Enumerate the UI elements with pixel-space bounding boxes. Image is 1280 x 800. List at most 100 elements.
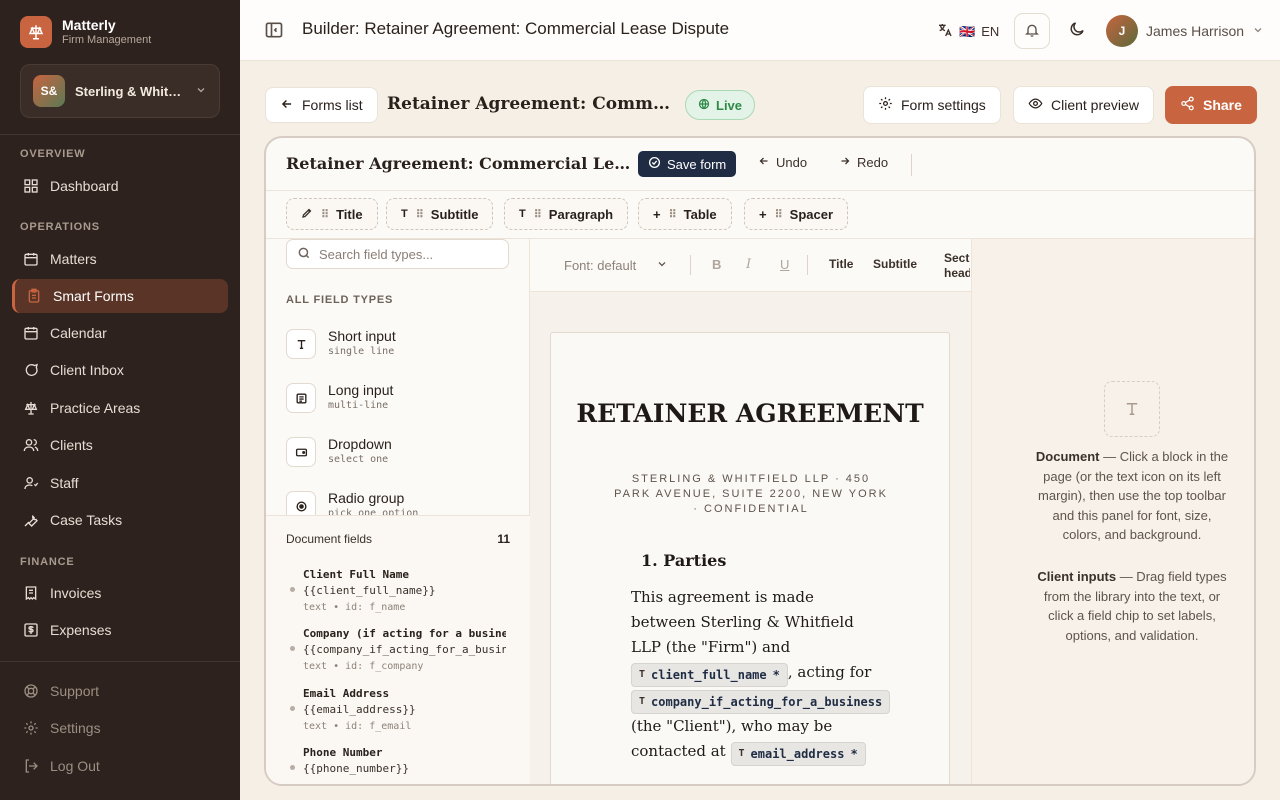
sidebar-item-calendar[interactable]: Calendar [12,316,228,350]
language-switcher[interactable]: 🇬🇧 EN [937,22,999,41]
sidebar-item-label: Client Inbox [50,362,124,378]
sidebar-item-support[interactable]: Support [12,674,228,708]
save-form-button[interactable]: Save form [638,151,737,177]
block-table[interactable]: + ⠿ Table [638,198,732,230]
sidebar-item-label: Settings [50,720,101,736]
topbar: Builder: Retainer Agreement: Commercial … [240,0,1280,61]
block-label: Paragraph [548,206,614,222]
sidebar-item-matters[interactable]: Matters [12,242,228,276]
user-name: James Harrison [1146,23,1245,39]
paragraph[interactable]: This agreement is made between Sterling … [631,585,891,766]
sidebar-item-practice-areas[interactable]: Practice Areas [12,391,228,425]
italic-button[interactable]: I [746,257,751,272]
search-input[interactable]: Search field types... [286,239,509,269]
form-name: Retainer Agreement: Commercial Lease Dis… [387,94,677,114]
document-field-item[interactable]: Email Address {{email_address}} text • i… [290,686,506,734]
sidebar-item-dashboard[interactable]: Dashboard [12,169,228,203]
section-finance: FINANCE [20,556,75,568]
search-icon [297,246,311,263]
drag-handle-icon[interactable]: ⠿ [775,208,783,221]
redo-button[interactable]: Redo [839,155,888,170]
block-subtitle[interactable]: T ⠿ Subtitle [386,198,494,230]
sidebar-item-label: Staff [50,475,79,491]
sidebar-item-case-tasks[interactable]: Case Tasks [12,503,228,537]
sidebar-item-clients[interactable]: Clients [12,428,228,462]
section-operations: OPERATIONS [20,221,100,233]
field-chip-company[interactable]: Tcompany_if_acting_for_a_business [631,690,891,714]
text-icon: T [639,669,646,680]
plus-icon: + [759,206,767,222]
field-key: {{email_address}} [303,703,416,716]
field-type-sub: multi-line [328,400,389,411]
sidebar-item-label: Calendar [50,325,107,341]
divider [911,154,912,176]
field-type-dropdown[interactable]: Dropdown select one [286,435,516,475]
title-style-button[interactable]: Title [829,257,853,271]
field-type-long-input[interactable]: Long input multi-line [286,381,516,421]
field-label: Email Address [303,687,390,700]
field-type-sub: single line [328,346,395,357]
required-mark: * [772,668,780,682]
sidebar-item-label: Log Out [50,758,100,774]
sidebar-item-log-out[interactable]: Log Out [12,749,228,783]
user-menu[interactable]: J James Harrison [1106,15,1264,47]
form-settings-button[interactable]: Form settings [863,86,1001,124]
sidebar-item-client-inbox[interactable]: Client Inbox [12,353,228,387]
document-page[interactable]: RETAINER AGREEMENT STERLING & WHITFIELD … [550,332,950,784]
field-type-short-input[interactable]: Short input single line [286,327,516,367]
format-toolbar: Font: default B I U Title Subtitle Secti… [530,239,971,292]
user-icon [22,474,40,492]
undo-button[interactable]: Undo [758,155,807,170]
required-mark: * [850,747,858,761]
block-title[interactable]: ⠿ Title [286,198,378,230]
document-field-item[interactable]: Client Full Name {{client_full_name}} te… [290,567,506,615]
arrow-left-icon [758,155,770,170]
chevron-down-icon [656,258,668,273]
client-preview-button[interactable]: Client preview [1013,86,1154,124]
clipboard-icon [25,287,43,305]
sidebar-item-expenses[interactable]: Expenses [12,613,228,647]
drag-handle-icon[interactable]: ⠿ [669,208,677,221]
sidebar-item-smart-forms[interactable]: Smart Forms [12,279,228,313]
block-label: Table [683,206,717,222]
field-chip-email[interactable]: Temail_address * [730,742,866,766]
document-field-item[interactable]: Phone Number {{phone_number}} [290,745,506,778]
section-overview: OVERVIEW [20,148,86,160]
document-fields-count: 11 [497,532,510,546]
underline-button[interactable]: U [780,257,789,272]
block-paragraph[interactable]: T ⠿ Paragraph [504,198,629,230]
field-type-radio-group[interactable]: Radio group pick one option [286,489,516,515]
section-heading[interactable]: 1. Parties [641,551,726,570]
bold-button[interactable]: B [712,257,721,272]
moon-icon[interactable] [1068,20,1088,40]
brand-name: Matterly [62,17,116,33]
chat-bubble-icon [22,361,40,379]
document-title[interactable]: RETAINER AGREEMENT [551,397,949,431]
notifications-button[interactable] [1014,13,1050,49]
firm-switcher[interactable]: S& Sterling & Whitfield LLP [20,64,220,118]
save-form-label: Save form [667,156,727,172]
paragraph-text: , acting for [787,663,872,681]
section-heading-style-button[interactable]: Section heading [944,251,970,281]
subtitle-style-button[interactable]: Subtitle [873,257,917,271]
drag-handle-icon[interactable]: ⠿ [416,208,424,221]
help-bold: Document [1035,449,1100,464]
sidebar-item-invoices[interactable]: Invoices [12,576,228,610]
sidebar-item-label: Dashboard [50,178,119,194]
field-chip-client-name[interactable]: Tclient_full_name * [631,663,788,687]
document-subtitle[interactable]: STERLING & WHITFIELD LLP · 450 PARK AVEN… [611,472,891,517]
brand-subtitle: Firm Management [62,34,152,46]
document-field-item[interactable]: Company (if acting for a business) {{com… [290,626,506,674]
drag-handle-icon[interactable]: ⠿ [321,208,329,221]
block-spacer[interactable]: + ⠿ Spacer [744,198,849,230]
sidebar-item-staff[interactable]: Staff [12,466,228,500]
align-left-icon [286,383,316,413]
drag-handle-icon[interactable]: ⠿ [534,208,542,221]
font-select[interactable]: Font: default [564,258,668,273]
brand[interactable]: Matterly Firm Management [20,16,151,48]
sidebar-item-settings[interactable]: Settings [12,711,228,745]
field-key: {{phone_number}} [303,762,409,775]
forms-list-button[interactable]: Forms list [265,87,378,123]
sidebar-toggle-icon[interactable] [264,20,286,42]
share-button[interactable]: Share [1165,86,1257,124]
